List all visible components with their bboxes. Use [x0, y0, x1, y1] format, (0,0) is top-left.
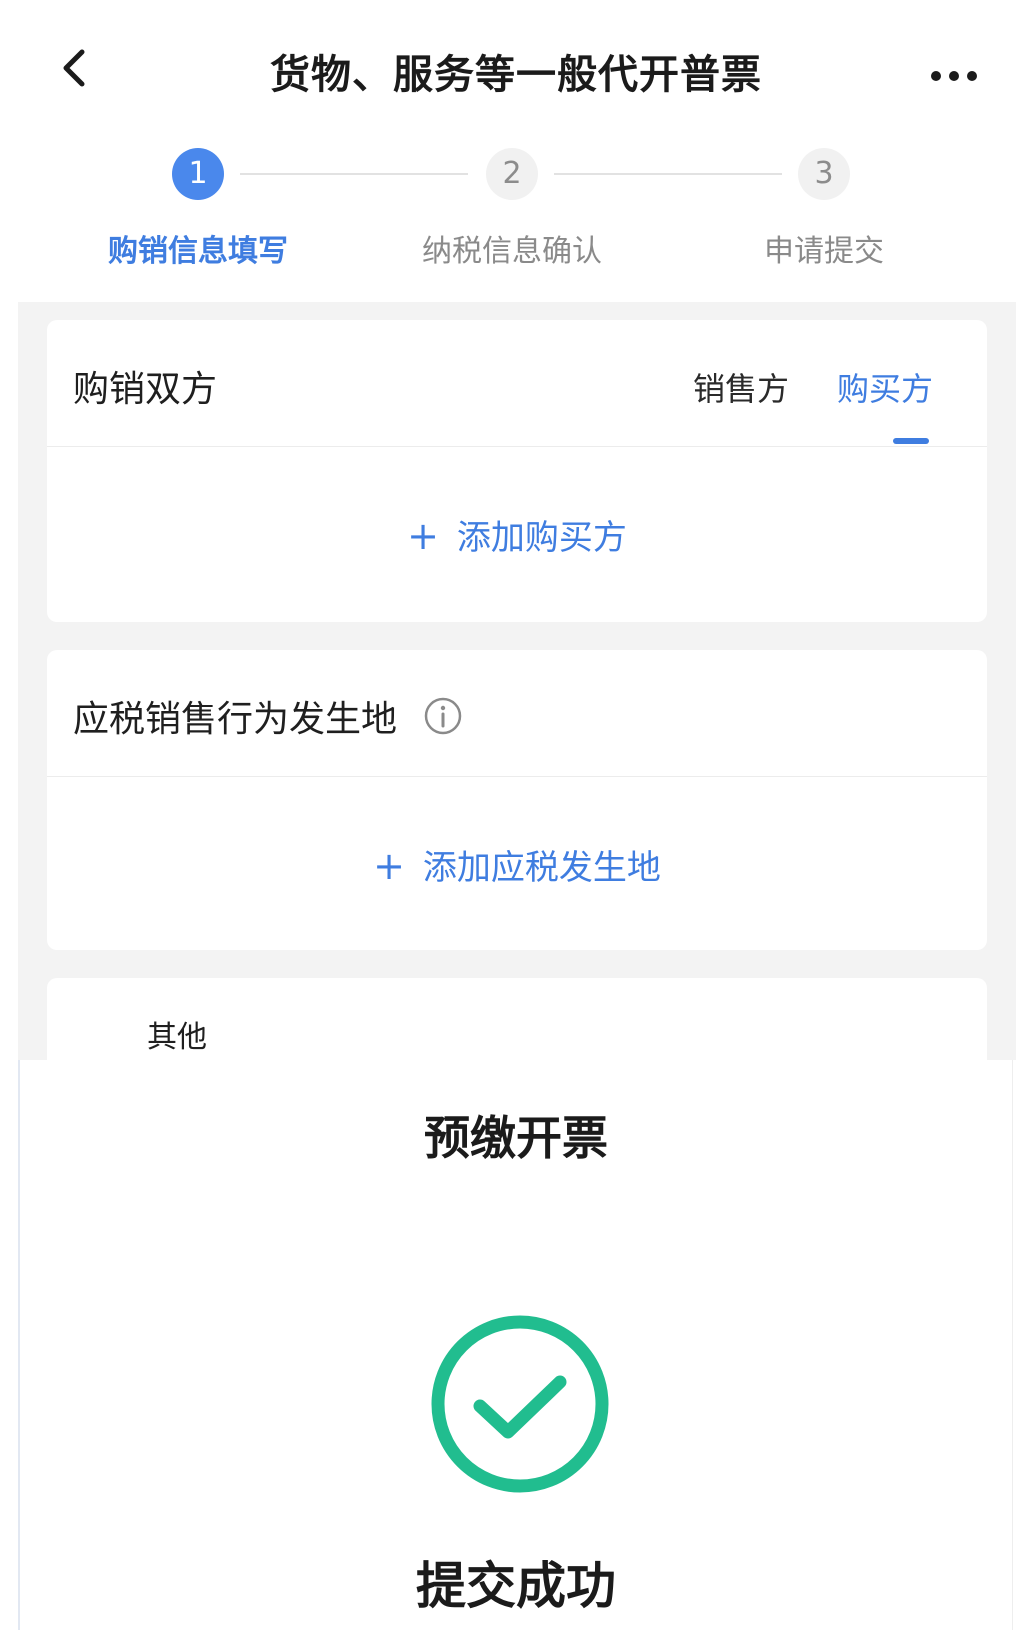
step-1-circle: 1 — [172, 148, 224, 200]
check-circle-icon — [431, 1315, 609, 1493]
step-3-circle: 3 — [798, 148, 850, 200]
more-horizontal-icon[interactable] — [930, 66, 978, 86]
location-card-header: 应税销售行为发生地 — [47, 650, 987, 777]
step-2-label: 纳税信息确认 — [422, 234, 602, 269]
plus-icon: + — [407, 514, 439, 558]
progress-stepper: 1 2 3 购销信息填写 纳税信息确认 申请提交 — [0, 148, 1032, 269]
nav-bar: 货物、服务等一般代开普票 — [0, 0, 1032, 140]
step-connector — [554, 173, 782, 175]
other-info-card: 其他 — [47, 978, 987, 1060]
add-location-label: 添加应税发生地 — [422, 848, 661, 888]
other-info-card-title: 其他 — [147, 1020, 207, 1055]
tab-seller[interactable]: 销售方 — [693, 364, 789, 410]
add-buyer-label: 添加购买方 — [456, 518, 627, 558]
success-message: 提交成功 — [416, 1557, 616, 1615]
active-tab-indicator — [893, 438, 929, 444]
location-card-title: 应税销售行为发生地 — [73, 699, 398, 740]
tab-buyer[interactable]: 购买方 — [837, 364, 933, 410]
step-2-circle: 2 — [486, 148, 538, 200]
step-1-label: 购销信息填写 — [108, 234, 288, 269]
add-buyer-button[interactable]: + 添加购买方 — [47, 510, 987, 559]
step-connector — [240, 173, 468, 175]
add-location-button[interactable]: + 添加应税发生地 — [47, 840, 987, 889]
chevron-left-icon[interactable] — [52, 44, 100, 92]
prepay-title: 预缴开票 — [424, 1111, 608, 1165]
invoice-form-screen: 货物、服务等一般代开普票 1 2 3 购销信息填写 纳税信息确认 申请提交 购销… — [0, 0, 1032, 1060]
parties-card-title: 购销双方 — [73, 369, 218, 410]
location-card: 应税销售行为发生地 + 添加应税发生地 — [47, 650, 987, 950]
form-body: 购销双方 销售方 购买方 + 添加购买方 应税销售行为发生地 + 添加应税发生地 — [18, 302, 1016, 1060]
parties-card-header: 购销双方 销售方 购买方 — [47, 320, 987, 447]
step-3-label: 申请提交 — [764, 234, 884, 269]
page-title: 货物、服务等一般代开普票 — [270, 52, 762, 98]
plus-icon: + — [373, 844, 405, 888]
prepay-result-screen: 预缴开票 提交成功 — [0, 1060, 1032, 1630]
parties-card: 购销双方 销售方 购买方 + 添加购买方 — [47, 320, 987, 622]
info-circle-icon[interactable] — [423, 696, 463, 736]
